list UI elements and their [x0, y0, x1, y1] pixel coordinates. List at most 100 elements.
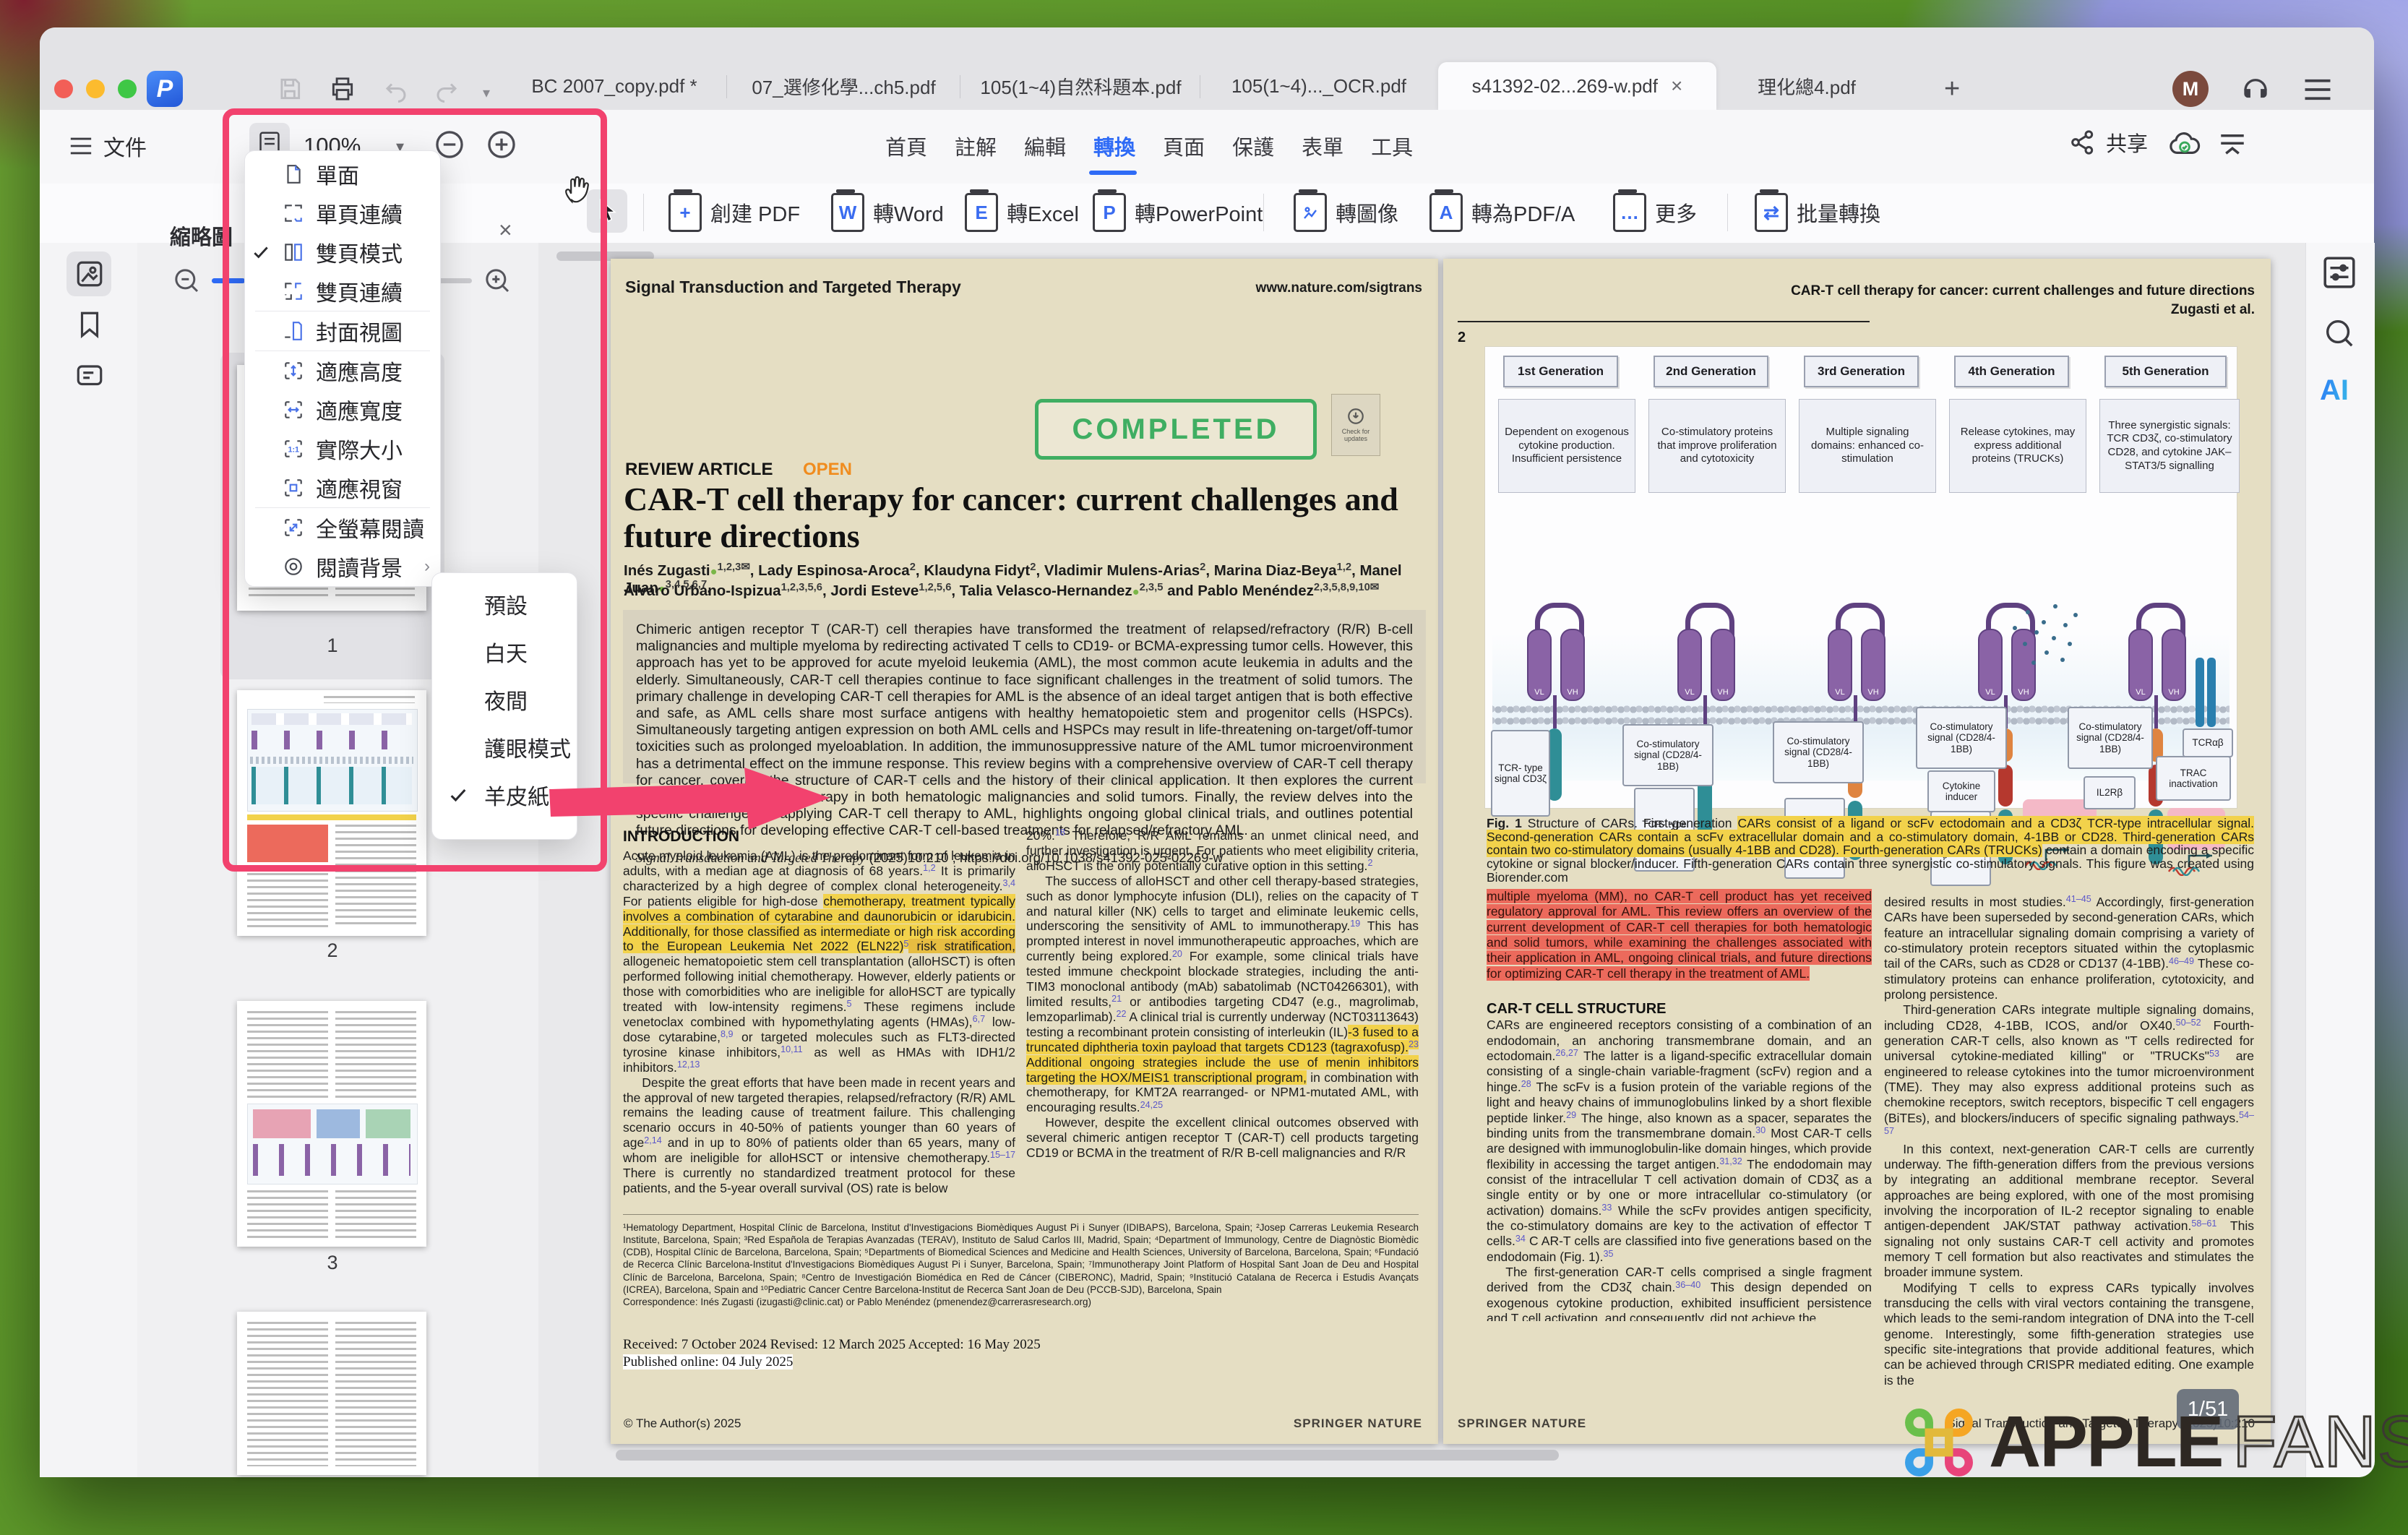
tab-page[interactable]: 頁面: [1163, 131, 1205, 161]
gen2-desc: Co-stimulatory proteins that improve pro…: [1648, 399, 1786, 493]
thumbnail-label-3: 3: [304, 1252, 361, 1274]
fig-label-tcr: TCR- type signal CD3ζ: [1491, 730, 1550, 817]
tab-edit[interactable]: 編輯: [1024, 131, 1066, 161]
submenu-item-parchment[interactable]: 羊皮紙: [432, 771, 577, 819]
convert-powerpoint-button[interactable]: P轉PowerPoint: [1093, 191, 1263, 234]
more-icon: …: [1613, 193, 1646, 232]
check-icon: [251, 243, 270, 262]
close-window-button[interactable]: [54, 79, 73, 98]
undo-icon[interactable]: [383, 77, 409, 103]
properties-panel-icon[interactable]: [2321, 254, 2357, 291]
submenu-item-eye-care[interactable]: 護眼模式: [432, 723, 577, 771]
menu-hamburger-icon[interactable]: [2302, 77, 2333, 103]
menu-item-two-continuous[interactable]: 雙頁連續: [245, 272, 440, 311]
tab-home[interactable]: 首頁: [885, 131, 927, 161]
view-mode-menu: 單面 單頁連續 雙頁模式 雙頁連續 封面視圖 適應高度: [244, 150, 441, 587]
support-headset-icon[interactable]: [2240, 74, 2271, 104]
tab-ch5[interactable]: 07_選修化學...ch5.pdf: [730, 62, 958, 110]
menu-item-fullscreen-reading[interactable]: 全螢幕閱讀: [245, 508, 440, 547]
cloud-sync-icon[interactable]: [2168, 129, 2201, 159]
running-head: CAR-T cell therapy for cancer: current c…: [1706, 282, 2255, 319]
search-icon[interactable]: [2323, 317, 2356, 350]
thumb-zoom-out-icon[interactable]: [172, 266, 201, 295]
fit-window-icon: [277, 477, 310, 499]
close-tab-icon[interactable]: ×: [1671, 74, 1682, 98]
scrollbar-horizontal-bottom[interactable]: [616, 1450, 1559, 1461]
history-caret-icon[interactable]: ▾: [483, 84, 490, 102]
share-button[interactable]: 共享: [2068, 127, 2148, 158]
two-page-icon: [277, 241, 310, 263]
tab-105-ocr[interactable]: 105(1~4)..._OCR.pdf: [1203, 62, 1435, 110]
menu-item-cover-view[interactable]: 封面視圖: [245, 311, 440, 351]
completed-stamp: COMPLETED: [1035, 399, 1317, 460]
cursor-icon: [596, 199, 618, 223]
tab-tools[interactable]: 工具: [1371, 131, 1413, 161]
tab-convert[interactable]: 轉換: [1093, 131, 1135, 161]
file-menu-button[interactable]: 文件: [69, 124, 147, 168]
tab-form[interactable]: 表單: [1302, 131, 1343, 161]
two-continuous-icon: [277, 280, 310, 302]
ai-assistant-button[interactable]: AI: [2320, 374, 2349, 407]
active-tab-underline: [1089, 171, 1137, 175]
submenu-item-day[interactable]: 白天: [432, 628, 577, 676]
tab-lihua4[interactable]: 理化總4.pdf: [1720, 62, 1893, 110]
right-page-col-right: desired results in most studies.41–45 Ac…: [1884, 895, 2254, 1393]
convert-excel-button[interactable]: E轉Excel: [965, 191, 1079, 234]
tab-bc2007[interactable]: BC 2007_copy.pdf *: [506, 62, 723, 110]
abstract-box: Chimeric antigen receptor T (CAR-T) cell…: [623, 610, 1426, 783]
convert-image-button[interactable]: 轉圖像: [1294, 191, 1398, 234]
tab-annotate[interactable]: 註解: [955, 131, 997, 161]
menu-item-fit-window[interactable]: 適應視窗: [245, 468, 440, 507]
cover-view-icon: [277, 320, 310, 342]
new-tab-button[interactable]: +: [1944, 74, 1960, 105]
submenu-item-night[interactable]: 夜間: [432, 676, 577, 723]
sidebar-icon-strip: [40, 243, 137, 1477]
submenu-chevron-icon: ›: [424, 556, 430, 577]
mouse-hand-cursor: [560, 172, 595, 207]
screen: P ▾ BC 2007_copy.pdf * 07_選修化學...ch5.pdf…: [0, 0, 2408, 1535]
running-head-rule: [1458, 321, 1870, 322]
create-pdf-button[interactable]: +創建 PDF: [668, 191, 800, 234]
intro-column-left: Acute myeloid leukemia (AML) is the pred…: [623, 848, 1015, 1210]
tab-s41392-active[interactable]: s41392-02...269-w.pdf ×: [1438, 62, 1716, 110]
annotations-icon[interactable]: [74, 361, 105, 392]
menu-item-single-continuous[interactable]: 單頁連續: [245, 194, 440, 233]
menu-item-actual-size[interactable]: 1:1 實際大小: [245, 429, 440, 468]
collapse-toolbar-icon[interactable]: [2217, 130, 2248, 159]
publisher-logo-right-page: SPRINGER NATURE: [1458, 1416, 1586, 1431]
thumbnail-page-4[interactable]: [237, 1312, 426, 1475]
close-panel-icon[interactable]: ×: [499, 217, 512, 244]
actual-size-icon: 1:1: [277, 438, 310, 460]
tab-protect[interactable]: 保護: [1232, 131, 1274, 161]
share-icon: [2068, 128, 2097, 157]
menu-item-fit-width[interactable]: 適應寬度: [245, 390, 440, 429]
batch-convert-button[interactable]: ⇄批量轉換: [1755, 191, 1880, 234]
bookmarks-icon[interactable]: [74, 309, 105, 340]
thumbnails-icon[interactable]: [74, 259, 105, 289]
menu-item-fit-height[interactable]: 適應高度: [245, 351, 440, 390]
convert-more-button[interactable]: …更多: [1613, 191, 1697, 234]
create-pdf-icon: +: [668, 193, 702, 232]
gen5-head: 5th Generation: [2104, 356, 2227, 387]
submenu-item-default[interactable]: 預設: [432, 580, 577, 628]
menu-item-two-page[interactable]: 雙頁模式: [245, 233, 440, 272]
tab-105-nature[interactable]: 105(1~4)自然科題本.pdf: [963, 62, 1198, 110]
save-icon[interactable]: [276, 75, 304, 103]
thumbnail-page-2[interactable]: [237, 690, 426, 936]
avatar[interactable]: M: [2172, 71, 2209, 107]
thumbnail-page-3[interactable]: [237, 1001, 426, 1247]
check-updates-badge[interactable]: Check for updates: [1331, 394, 1380, 456]
convert-pdfa-button[interactable]: A轉為PDF/A: [1429, 191, 1575, 234]
redo-icon[interactable]: [434, 77, 460, 103]
thumb-zoom-in-icon[interactable]: [483, 266, 512, 295]
zoom-in-button[interactable]: [486, 129, 517, 160]
convert-word-button[interactable]: W轉Word: [831, 191, 944, 234]
menu-item-reading-background[interactable]: 閱讀背景 ›: [245, 547, 440, 586]
app-logo-icon[interactable]: P: [147, 71, 183, 107]
zoom-window-button[interactable]: [118, 79, 137, 98]
minimize-window-button[interactable]: [86, 79, 105, 98]
menu-item-single-page[interactable]: 單面: [245, 155, 440, 194]
figure-caption: Fig. 1 Structure of CARs. First-generati…: [1487, 817, 2254, 885]
right-sidebar: [2305, 243, 2375, 1477]
print-icon[interactable]: [329, 75, 356, 103]
